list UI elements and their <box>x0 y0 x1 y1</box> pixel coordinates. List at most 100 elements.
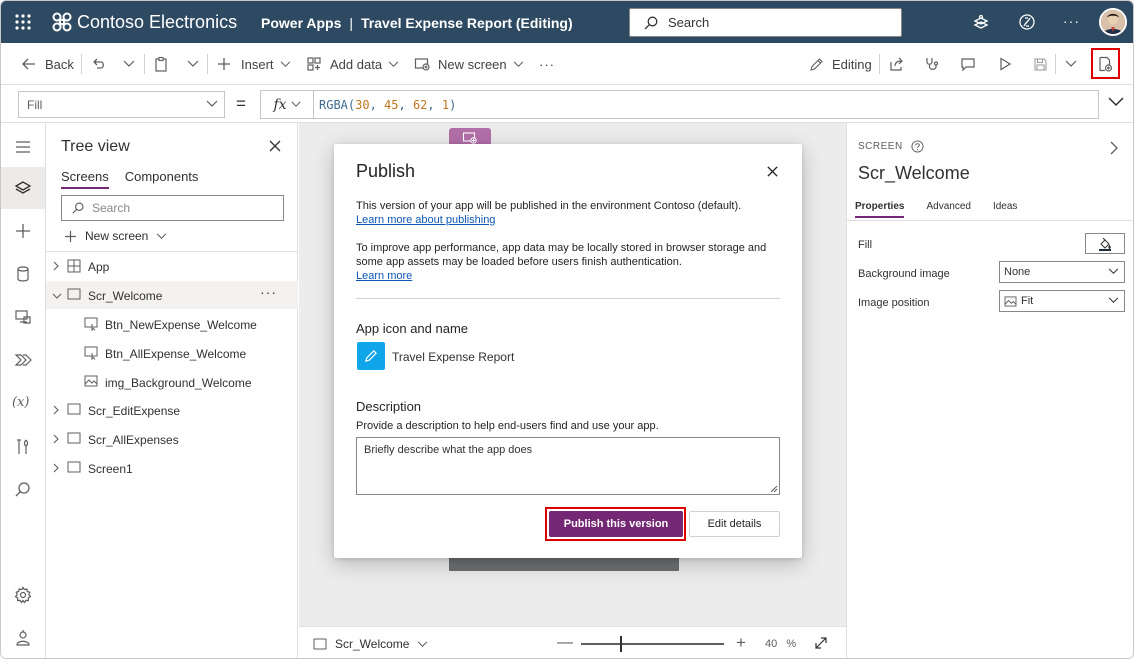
insert-plus-icon[interactable] <box>13 221 33 241</box>
stethoscope-icon <box>926 58 939 70</box>
data-cylinder-icon[interactable] <box>13 264 33 284</box>
image-control-icon <box>84 375 98 387</box>
chevron-right-icon[interactable] <box>1109 141 1119 155</box>
save-icon <box>1034 57 1047 71</box>
layers-icon[interactable] <box>13 178 33 198</box>
learn-more-publishing-link[interactable]: Learn more about publishing <box>356 214 495 226</box>
fit-to-window-icon[interactable] <box>814 636 828 650</box>
search-rail-icon[interactable] <box>13 480 33 500</box>
help-circle-icon[interactable] <box>911 140 924 153</box>
property-select[interactable]: Fill <box>18 91 225 118</box>
chevron-down-icon <box>187 60 199 67</box>
zoom-slider-thumb[interactable] <box>620 636 622 652</box>
zoom-slider[interactable] <box>581 643 724 645</box>
tree-item-scr-welcome[interactable]: Scr_Welcome ··· <box>46 281 298 309</box>
comments-button[interactable] <box>960 43 976 85</box>
edit-details-button[interactable]: Edit details <box>689 511 780 537</box>
global-search-placeholder: Search <box>668 15 710 30</box>
chevron-down-icon <box>388 61 399 67</box>
chevron-down-icon <box>123 60 135 67</box>
hamburger-icon[interactable] <box>13 137 33 157</box>
insert-button[interactable]: Insert <box>217 43 291 85</box>
screen-selector[interactable]: Scr_Welcome <box>313 637 428 651</box>
tree-item-screen1[interactable]: Screen1 <box>46 454 298 482</box>
undo-dropdown[interactable] <box>123 43 135 85</box>
chevron-down-icon <box>291 101 301 107</box>
save-dropdown[interactable] <box>1065 43 1077 85</box>
global-search-input[interactable]: Search <box>629 8 902 37</box>
app-checker-button[interactable] <box>924 43 940 85</box>
close-icon[interactable] <box>766 165 779 178</box>
tab-screens[interactable]: Screens <box>61 169 109 189</box>
tree-item-label: Btn_AllExpense_Welcome <box>105 347 247 361</box>
img-position-dropdown[interactable]: Fit <box>999 290 1125 312</box>
virtual-agent-icon[interactable] <box>13 628 33 648</box>
img-position-value: Fit <box>1021 295 1034 307</box>
undo-icon <box>93 58 104 69</box>
tree-item-scr-allexpenses[interactable]: Scr_AllExpenses <box>46 425 298 453</box>
bg-image-dropdown[interactable]: None <box>999 261 1125 283</box>
media-icon[interactable] <box>13 307 33 327</box>
avatar[interactable] <box>1099 8 1127 36</box>
clipboard-icon <box>155 56 167 72</box>
preview-play-button[interactable] <box>998 43 1012 85</box>
screen-icon <box>67 288 81 300</box>
tab-properties[interactable]: Properties <box>855 201 905 218</box>
power-automate-icon[interactable] <box>13 350 33 370</box>
tree-item-more-button[interactable]: ··· <box>260 284 277 300</box>
editing-mode-button[interactable]: Editing <box>809 43 872 85</box>
zoom-out-button[interactable]: — <box>557 634 573 652</box>
fx-label: fx <box>273 96 287 113</box>
tab-ideas[interactable]: Ideas <box>993 201 1017 218</box>
zoom-in-button[interactable]: + <box>736 633 746 653</box>
copilot-icon[interactable] <box>1017 12 1037 32</box>
tab-advanced[interactable]: Advanced <box>926 201 970 218</box>
tree-new-screen-button[interactable]: New screen <box>64 229 167 243</box>
app-window: Contoso Electronics Power Apps | Travel Ex… <box>0 0 1134 659</box>
environment-icon[interactable] <box>971 12 991 32</box>
formula-input[interactable]: RGBA(30, 45, 62, 1) <box>314 90 1099 119</box>
zoom-value: 40 % <box>765 638 796 650</box>
new-screen-button[interactable]: New screen <box>414 43 524 85</box>
tools-icon[interactable] <box>13 437 33 457</box>
settings-gear-icon[interactable] <box>13 585 33 605</box>
tree-item-app[interactable]: App <box>46 252 298 280</box>
close-icon[interactable] <box>268 139 282 153</box>
tree-search-input[interactable]: Search <box>61 195 284 221</box>
learn-more-link[interactable]: Learn more <box>356 270 412 282</box>
new-screen-icon <box>462 132 477 144</box>
new-screen-label: New screen <box>438 56 507 72</box>
tree-item-img-background[interactable]: img_Background_Welcome <box>46 368 298 396</box>
share-button[interactable] <box>889 43 905 85</box>
expand-formula-icon[interactable] <box>1107 96 1125 108</box>
brand[interactable]: Contoso Electronics <box>51 11 237 33</box>
more-commands-button[interactable]: ··· <box>539 43 555 85</box>
publish-this-version-button[interactable]: Publish this version <box>549 511 683 537</box>
tree-new-screen-label: New screen <box>85 229 149 243</box>
more-header-icon[interactable]: ··· <box>1063 13 1080 29</box>
tree-item-btn-newexpense[interactable]: Btn_NewExpense_Welcome <box>46 310 298 338</box>
tree-item-label: Scr_EditExpense <box>88 404 181 418</box>
app-title: Power Apps | Travel Expense Report (Editin… <box>261 15 573 31</box>
tab-components[interactable]: Components <box>125 169 199 189</box>
add-data-button[interactable]: Add data <box>306 43 399 85</box>
save-button[interactable] <box>1033 43 1048 85</box>
undo-button[interactable] <box>91 43 107 85</box>
app-icon[interactable] <box>357 342 385 370</box>
paste-button[interactable] <box>153 43 169 85</box>
fill-color-picker[interactable] <box>1085 233 1125 254</box>
left-rail: (x) <box>1 123 46 658</box>
variables-icon[interactable]: (x) <box>12 395 32 415</box>
waffle-icon[interactable] <box>13 12 33 32</box>
back-button[interactable]: Back <box>21 43 74 85</box>
tree-item-scr-editexpense[interactable]: Scr_EditExpense <box>46 396 298 424</box>
fx-button[interactable]: fx <box>260 90 314 119</box>
tree-item-label: img_Background_Welcome <box>105 376 252 390</box>
publish-dialog: Publish This version of your app will be… <box>334 144 802 558</box>
product-name: Power Apps <box>261 15 342 31</box>
formula-bar: Fill = fx RGBA(30, 45, 62, 1) <box>1 85 1133 123</box>
resize-handle-icon[interactable] <box>770 485 778 493</box>
description-textarea[interactable]: Briefly describe what the app does <box>356 437 780 495</box>
tree-item-btn-allexpense[interactable]: Btn_AllExpense_Welcome <box>46 339 298 367</box>
paste-dropdown[interactable] <box>187 43 199 85</box>
